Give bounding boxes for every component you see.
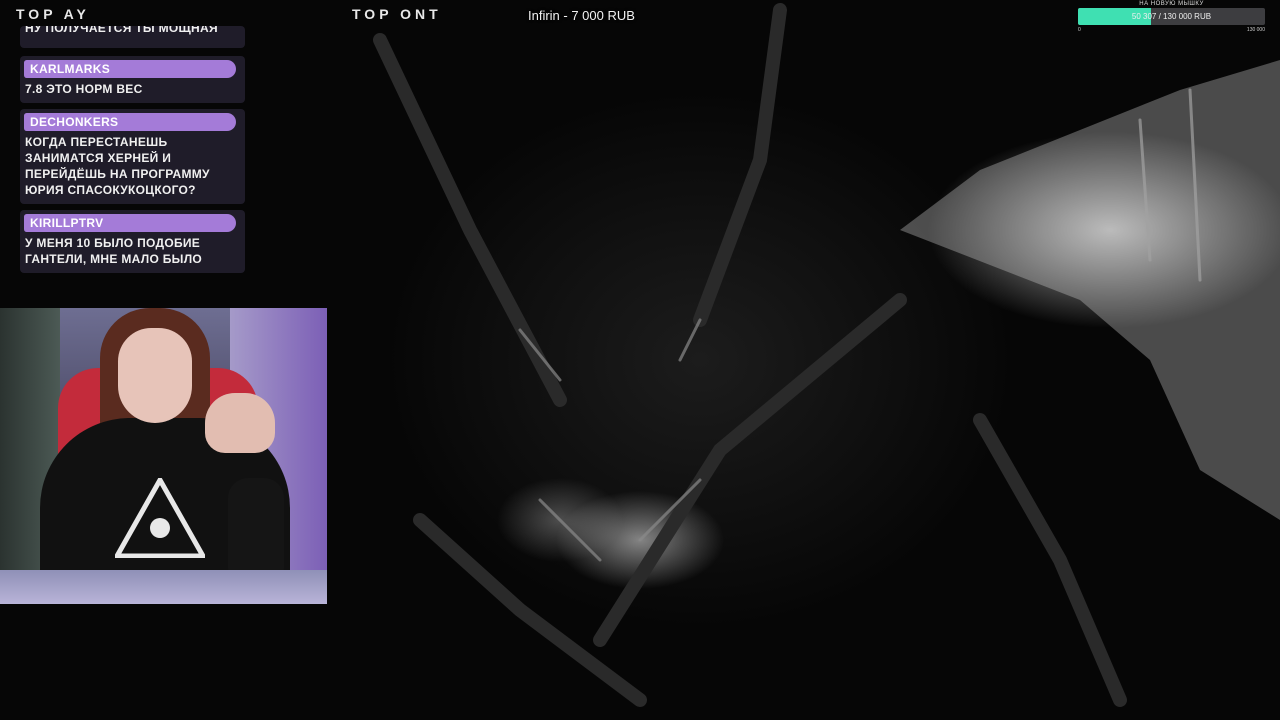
chat-overlay: НУ ПОЛУЧАЕТСЯ ТЫ МОЩНАЯ KARLMARKS 7.8 ЭТ…	[20, 26, 245, 279]
webcam-desk	[0, 570, 327, 604]
webcam-feed	[0, 308, 327, 604]
donation-ticker: Infirin - 7 000 RUB	[528, 8, 635, 23]
chat-message-text: НУ ПОЛУЧАЕТСЯ ТЫ МОЩНАЯ	[25, 26, 218, 35]
goal-min-label: 0	[1078, 27, 1081, 33]
chat-username: KARLMARKS	[24, 60, 236, 78]
goal-progress-text: 50 307 / 130 000 RUB	[1131, 12, 1212, 21]
webcam-streamer-hand	[205, 393, 275, 453]
chat-message: KARLMARKS 7.8 ЭТО НОРМ ВЕС	[20, 56, 245, 103]
goal-scale: 0 130 000	[1078, 27, 1265, 33]
goal-title: НА НОВУЮ МЫШКУ	[1139, 1, 1204, 7]
chat-message: KIRILLPTRV У МЕНЯ 10 БЫЛО ПОДОБИЕ ГАНТЕЛ…	[20, 210, 245, 273]
chat-username: DECHONKERS	[24, 113, 236, 131]
webcam-streamer-face	[118, 328, 192, 423]
chat-message-text: У МЕНЯ 10 БЫЛО ПОДОБИЕ ГАНТЕЛИ, МНЕ МАЛО…	[25, 236, 203, 266]
top-center-label: TOP ONT	[352, 6, 442, 22]
shirt-print-icon	[115, 478, 205, 558]
goal-progress-bar: 50 307 / 130 000 RUB	[1078, 8, 1265, 25]
chat-message-text: 7.8 ЭТО НОРМ ВЕС	[25, 82, 143, 96]
chat-username: KIRILLPTRV	[24, 214, 236, 232]
goal-max-label: 130 000	[1246, 27, 1265, 33]
chat-message: DECHONKERS КОГДА ПЕРЕСТАНЕШЬ ЗАНИМАТСЯ Х…	[20, 109, 245, 204]
chat-message-partial: НУ ПОЛУЧАЕТСЯ ТЫ МОЩНАЯ	[20, 26, 245, 48]
chat-message-text: КОГДА ПЕРЕСТАНЕШЬ ЗАНИМАТСЯ ХЕРНЕЙ И ПЕР…	[25, 135, 210, 197]
top-left-label: TOP AY	[16, 6, 90, 22]
donation-goal-widget: НА НОВУЮ МЫШКУ 50 307 / 130 000 RUB 0 13…	[1078, 0, 1265, 33]
